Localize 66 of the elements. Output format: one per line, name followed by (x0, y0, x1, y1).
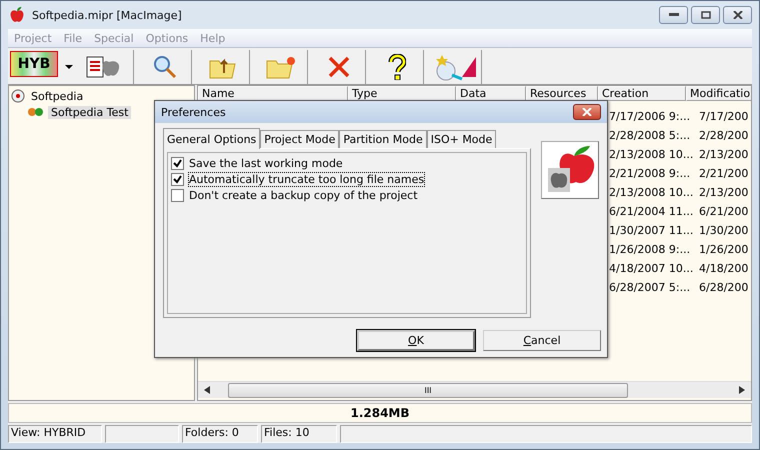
tree-item[interactable]: Softpedia Test (48, 106, 132, 118)
table-cell-text: 2/13/2008 10... (608, 147, 694, 163)
scrollbar-thumb[interactable]: III (228, 382, 628, 398)
table-cell-text: 6/28/200 (698, 280, 750, 296)
window-title: Softpedia.mipr [MacImage] (32, 8, 182, 22)
status-files: Files: 10 (261, 425, 337, 443)
status-view: View: HYBRID (8, 425, 102, 443)
table-cell-text: 2/28/200 (698, 128, 750, 144)
table-cell-text: 6/21/200 (698, 204, 750, 220)
table-cell-text: 2/13/200 (698, 185, 750, 201)
checkbox[interactable] (171, 188, 184, 202)
column-header[interactable]: Resources (526, 86, 598, 101)
table-cell-text: 1/30/2007 11... (608, 223, 694, 239)
table-cell-text: 4/18/2007 10... (608, 261, 694, 277)
table-cell-text: 4/18/200 (698, 261, 750, 277)
status-folders: Folders: 0 (182, 425, 258, 443)
table-cell-text: 2/28/2008 5:... (608, 128, 692, 144)
caret-icon (65, 65, 73, 69)
column-header[interactable]: Modificatio (686, 86, 751, 101)
table-cell-text: 1/26/2008 9:... (608, 242, 692, 258)
table-cell-text: 1/30/200 (698, 223, 750, 239)
help-icon (388, 54, 406, 80)
mode-button[interactable]: HYB (10, 51, 58, 77)
checkbox[interactable] (171, 172, 184, 186)
close-button[interactable] (723, 6, 752, 24)
minimize-button[interactable] (659, 6, 688, 24)
tree-item[interactable]: Softpedia (28, 90, 86, 102)
checkbox[interactable] (171, 156, 184, 170)
tab[interactable]: ISO+ Mode (426, 130, 496, 148)
maximize-button[interactable] (691, 6, 720, 24)
dialog-title: Preferences (161, 106, 226, 118)
column-header[interactable]: Type (348, 86, 456, 101)
option-label: Save the last working mode (189, 156, 343, 170)
table-cell-text: 7/17/2006 9:... (608, 109, 692, 125)
tab[interactable]: Partition Mode (339, 130, 427, 148)
table-cell-text: 1/26/200 (698, 242, 750, 258)
table-cell-text: 2/13/2008 10... (608, 185, 694, 201)
option-label: Don't create a backup copy of the project (189, 188, 418, 202)
close-icon (732, 11, 742, 19)
tab[interactable]: General Options (163, 128, 260, 149)
scroll-right-icon (739, 386, 745, 394)
column-header[interactable]: Name (198, 86, 348, 101)
column-header[interactable]: Creation (598, 86, 686, 101)
table-cell-text: 2/21/200 (698, 166, 750, 182)
delete-icon (328, 56, 350, 78)
table-cell-text: 6/28/2007 5:... (608, 280, 692, 296)
column-header[interactable]: Data (456, 86, 526, 101)
minimize-icon (668, 13, 678, 17)
option-label: Automatically truncate too long file names (189, 172, 424, 186)
scroll-left-icon (204, 386, 210, 394)
apple-icon (8, 6, 26, 24)
close-icon (582, 108, 592, 116)
dots-icon (27, 107, 45, 117)
table-cell-text: 2/21/2008 9:... (608, 166, 692, 182)
table-cell-text: 7/17/200 (698, 109, 750, 125)
disc-icon (11, 89, 25, 103)
folder-icon (266, 55, 296, 79)
search-icon (152, 54, 178, 80)
close-button[interactable] (573, 104, 601, 120)
total-size: 1.284MB (350, 406, 410, 420)
maximize-icon (700, 11, 710, 19)
tab[interactable]: Project Mode (260, 130, 340, 148)
table-cell-text: 2/13/200 (698, 147, 750, 163)
dialog-button[interactable]: OK (357, 330, 475, 351)
table-cell-text: 6/21/2004 11... (608, 204, 694, 220)
dialog-button[interactable]: Cancel (483, 330, 601, 351)
